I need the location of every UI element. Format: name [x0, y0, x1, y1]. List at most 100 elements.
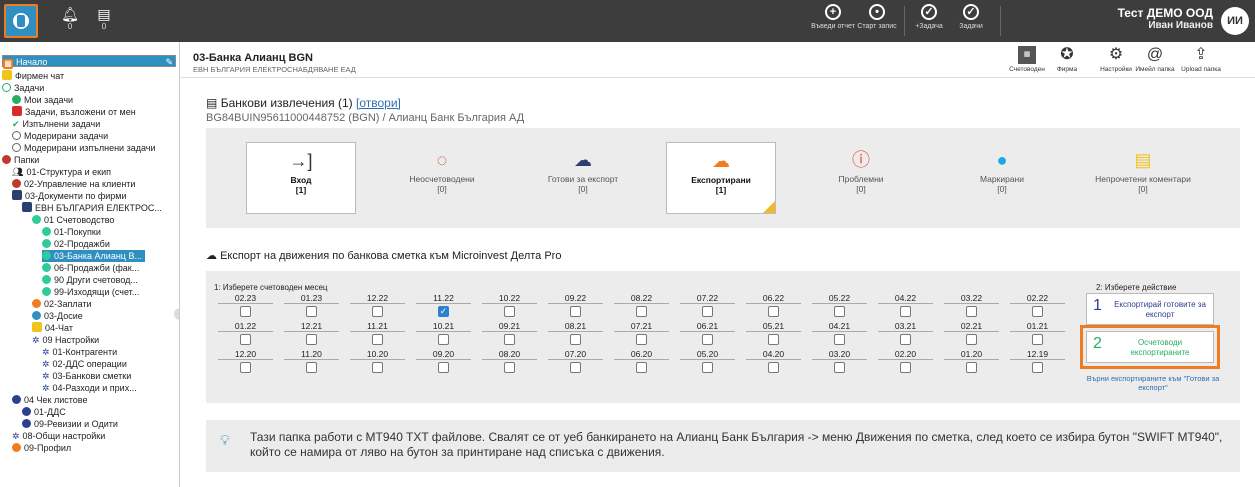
sidebar-item-sales[interactable]: 02-Продажби	[42, 238, 110, 250]
month-checkbox[interactable]	[900, 362, 911, 373]
month-checkbox[interactable]	[1032, 306, 1043, 317]
month-checkbox[interactable]	[438, 362, 449, 373]
status-card-input[interactable]: →] Вход [1]	[246, 142, 356, 214]
month-checkbox[interactable]	[636, 334, 647, 345]
sidebar-item-profile[interactable]: 09-Профил	[12, 442, 71, 454]
sidebar-item-tasks[interactable]: Задачи	[2, 82, 44, 94]
month-checkbox[interactable]	[372, 362, 383, 373]
tasks-button[interactable]: ✓ Задачи	[946, 4, 996, 30]
edit-icon[interactable]: ✎	[165, 56, 173, 68]
sidebar-item-accounting[interactable]: 01 Счетоводство	[32, 214, 114, 226]
sidebar-item-audits[interactable]: 09-Ревизии и Одити	[22, 418, 118, 430]
sidebar-item-company-docs[interactable]: 03-Документи по фирми	[12, 190, 127, 202]
add-report-button[interactable]: + Въведи отчет	[808, 4, 858, 30]
month-checkbox[interactable]	[504, 334, 515, 345]
sidebar-item-moderated-tasks[interactable]: Модерирани задачи	[12, 130, 108, 142]
email-folder-button[interactable]: @ Имейл папка	[1135, 46, 1175, 73]
month-checkbox[interactable]	[966, 362, 977, 373]
month-checkbox[interactable]	[504, 306, 515, 317]
sidebar-item-chat[interactable]: 04-Чат	[32, 322, 73, 334]
month-checkbox[interactable]	[570, 306, 581, 317]
sidebar-item-assigned-tasks[interactable]: Задачи, възложени от мен	[12, 106, 136, 118]
month-checkbox[interactable]	[900, 334, 911, 345]
month-checkbox[interactable]	[240, 362, 251, 373]
month-checkbox[interactable]	[768, 334, 779, 345]
status-card-marked[interactable]: ● Маркирани [0]	[947, 142, 1057, 214]
sidebar-item-settings[interactable]: ✲ 09 Настройки	[32, 334, 99, 346]
month-checkbox[interactable]	[306, 362, 317, 373]
sidebar-item-other-accounting[interactable]: 90 Други счетовод...	[42, 274, 138, 286]
status-card-problematic[interactable]: ⓘ Проблемни [0]	[806, 142, 916, 214]
status-card-exported[interactable]: ☁ Експортирани [1]	[666, 142, 776, 214]
month-checkbox[interactable]	[834, 362, 845, 373]
sidebar-item-bank-allianz[interactable]: 03-Банка Алианц В...	[42, 250, 145, 262]
sidebar-item-sales-invoices[interactable]: 06-Продажби (фак...	[42, 262, 139, 274]
accounting-tool-button[interactable]: ▦ Счетоводен	[1007, 46, 1047, 73]
month-checkbox[interactable]	[966, 306, 977, 317]
status-card-unread-comments[interactable]: ▤ Непрочетени коментари [0]	[1088, 142, 1198, 214]
month-checkbox[interactable]	[240, 306, 251, 317]
month-checkbox[interactable]	[504, 362, 515, 373]
sidebar-item-folders[interactable]: Папки	[2, 154, 39, 166]
month-checkbox[interactable]	[768, 306, 779, 317]
month-checkbox[interactable]	[900, 306, 911, 317]
status-card-unposted[interactable]: ◌ Неосчетоводени [0]	[387, 142, 497, 214]
sidebar-item-bank-accounts[interactable]: ✲ 03-Банкови сметки	[42, 370, 131, 382]
sidebar-item-contractors[interactable]: ✲ 01-Контрагенти	[42, 346, 117, 358]
status-card-ready-export[interactable]: ☁ Готови за експорт [0]	[528, 142, 638, 214]
month-checkbox[interactable]	[438, 334, 449, 345]
month-checkbox[interactable]	[570, 334, 581, 345]
upload-folder-button[interactable]: ⇪ Upload папка	[1181, 46, 1221, 73]
month-checkbox[interactable]	[834, 306, 845, 317]
sidebar-item-dossier[interactable]: 03-Досие	[32, 310, 83, 322]
sidebar-item-vat-operations[interactable]: ✲ 02-ДДС операции	[42, 358, 127, 370]
month-checkbox[interactable]	[702, 362, 713, 373]
sidebar-item-salaries[interactable]: 02-Заплати	[32, 298, 92, 310]
sidebar-item-completed-tasks[interactable]: ✔ Изпълнени задачи	[12, 118, 100, 130]
month-label: 09.22	[548, 293, 603, 304]
sidebar-item-evn[interactable]: ЕВН БЪЛГАРИЯ ЕЛЕКТРОС...	[22, 202, 162, 214]
sidebar-item-clients[interactable]: 02-Управление на клиенти	[12, 178, 135, 190]
month-checkbox[interactable]	[1032, 362, 1043, 373]
month-checkbox[interactable]	[702, 306, 713, 317]
sidebar-item-moderated-completed[interactable]: Модерирани изпълнени задачи	[12, 142, 156, 154]
month-checkbox[interactable]	[240, 334, 251, 345]
sidebar-item-expenses[interactable]: ✲ 04-Разходи и прих...	[42, 382, 137, 394]
month-checkbox[interactable]	[768, 362, 779, 373]
sidebar-item-purchases[interactable]: 01-Покупки	[42, 226, 101, 238]
month-checkbox[interactable]	[372, 334, 383, 345]
month-checkbox[interactable]	[636, 306, 647, 317]
notifications-button[interactable]: 🔔︎ 0	[58, 6, 82, 31]
month-checkbox[interactable]	[834, 334, 845, 345]
chat-button[interactable]: ▤ 0	[92, 6, 116, 31]
open-link[interactable]: [отвори]	[356, 96, 401, 110]
sidebar-item-outgoing[interactable]: 99-Изходящи (счет...	[42, 286, 139, 298]
collapse-sidebar-button[interactable]: ‹	[174, 308, 179, 320]
month-checkbox[interactable]	[372, 306, 383, 317]
post-exported-button[interactable]: 2 Осчетоводи експортираните	[1086, 331, 1214, 363]
sidebar-item-my-tasks[interactable]: Мои задачи	[12, 94, 73, 106]
export-ready-button[interactable]: 1 Експортирай готовите за експорт	[1086, 293, 1214, 325]
company-tool-button[interactable]: ✪ Фирма	[1047, 46, 1087, 73]
month-checkbox[interactable]	[966, 334, 977, 345]
month-checkbox[interactable]: ✓	[438, 306, 449, 317]
sidebar-item-company-chat[interactable]: Фирмен чат	[2, 70, 64, 82]
sidebar-item-home[interactable]: ▦ Начало ✎	[2, 55, 176, 69]
account-info[interactable]: Тест ДЕМО ООД Иван Иванов	[1118, 6, 1213, 31]
sidebar-item-vat[interactable]: 01-ДДС	[22, 406, 66, 418]
app-logo[interactable]	[4, 4, 38, 38]
start-recording-button[interactable]: • Старт запис	[852, 4, 902, 30]
return-to-ready-link[interactable]: Върни експортираните към "Готови за експ…	[1078, 374, 1228, 392]
month-checkbox[interactable]	[702, 334, 713, 345]
month-checkbox[interactable]	[570, 362, 581, 373]
month-cell: 02.20	[878, 349, 933, 377]
sidebar-item-general-settings[interactable]: ✲ 08-Общи настройки	[12, 430, 105, 442]
month-checkbox[interactable]	[306, 306, 317, 317]
sidebar-item-checklists[interactable]: 04 Чек листове	[12, 394, 87, 406]
month-checkbox[interactable]	[636, 362, 647, 373]
avatar[interactable]: ИИ	[1221, 7, 1249, 35]
month-checkbox[interactable]	[306, 334, 317, 345]
month-checkbox[interactable]	[1032, 334, 1043, 345]
sidebar-item-structure[interactable]: 👥︎ 01-Структура и екип	[12, 166, 111, 178]
settings-tool-button[interactable]: ⚙ Настройки	[1096, 46, 1136, 73]
